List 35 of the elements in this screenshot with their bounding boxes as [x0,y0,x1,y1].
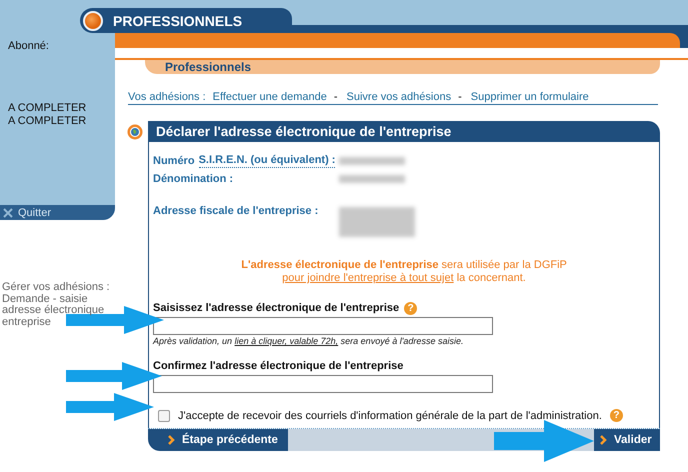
chevron-icon [168,435,175,445]
confirm-email-field[interactable] [153,375,493,393]
breadcrumb-text: Gérer vos adhésions : Demande - saisie adresse électronique entreprise [1,282,111,328]
field-label: Saisissez l'adresse électronique de l'entreprise [153,302,400,314]
field-label: Confirmez l'adresse électronique de l'entreprise [153,360,404,372]
field-label: Dénomination : [153,172,234,186]
quit-button[interactable]: Quitter [0,205,115,220]
nav-label: Vos adhésions : [128,91,206,103]
checkbox-label: J'accepte de recevoir des courriels d'information générale de la part de l'administration. [178,410,602,422]
abbreviation-link[interactable]: S.I.R.E.N. (ou équivalent) : [198,154,336,168]
nav-separator: - [458,91,462,103]
field-label: Numéro [153,154,195,168]
nav-separator: - [334,91,338,103]
notice-text: L'adresse électronique de l'entreprise sera utilisée par la DGFiP pour joindre l'entreprise à tout sujet la concernant. [240,259,568,285]
close-icon [3,208,13,218]
nav-link[interactable]: Effectuer une demande [212,91,327,103]
sidebar-text: A COMPLETER [8,115,88,128]
checkbox[interactable] [158,410,170,422]
nav-link[interactable]: Supprimer un formulaire [470,91,589,103]
hint-text: Après validation, un lien à cliquer, valable 72h, sera envoyé à l'adresse saisie. [153,336,464,346]
field-label: Adresse fiscale de l'entreprise : [153,204,318,219]
nav-link[interactable]: Suivre vos adhésions [346,91,452,103]
sidebar-text: A COMPLETER [8,102,88,115]
blurred-value [339,175,405,183]
chevron-icon [600,435,607,445]
globe-icon [127,124,143,140]
previous-step-button[interactable]: Étape précédente [148,429,288,451]
sidebar-text: Abonné: [8,40,50,53]
email-field[interactable] [153,317,493,335]
hint-link[interactable]: lien à cliquer, valable 72h, [234,336,338,346]
submit-button[interactable]: Valider [594,429,660,451]
header-title: PROFESSIONNELS [113,12,242,28]
panel-title: Déclarer l'adresse électronique de l'entreprise [148,121,660,142]
logo-icon [83,10,103,30]
blurred-value [339,157,405,165]
